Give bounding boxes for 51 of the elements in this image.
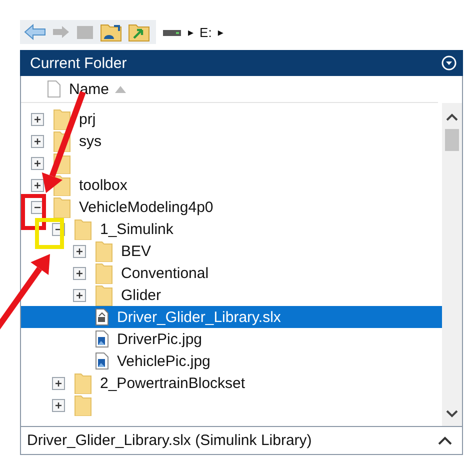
item-name: prj — [79, 110, 96, 128]
path-separator[interactable]: ▸ — [188, 26, 194, 38]
browse-folder-icon[interactable] — [128, 22, 150, 42]
model-file-icon — [95, 308, 109, 326]
expand-icon[interactable] — [73, 288, 86, 302]
expand-icon[interactable] — [31, 156, 44, 170]
scroll-thumb[interactable] — [445, 129, 459, 151]
path-segment[interactable]: E: — [200, 24, 212, 40]
expand-icon[interactable] — [52, 376, 65, 390]
item-name: toolbox — [79, 176, 128, 194]
expand-icon[interactable] — [73, 266, 86, 280]
drive-icon[interactable] — [162, 27, 182, 37]
file-row[interactable]: Driver_Glider_Library.slx — [21, 306, 442, 328]
item-name: 2_PowertrainBlockset — [100, 374, 246, 392]
item-name: Driver_Glider_Library.slx — [117, 308, 281, 326]
file-type-icon — [47, 80, 61, 98]
scroll-up-icon[interactable] — [446, 113, 458, 121]
expand-icon[interactable] — [31, 112, 44, 126]
item-name: BEV — [121, 242, 152, 260]
image-file-icon — [95, 330, 109, 348]
folder-row[interactable]: Glider — [21, 284, 442, 306]
column-header[interactable]: Name — [69, 80, 126, 98]
folder-row[interactable]: prj — [21, 108, 442, 130]
expand-icon[interactable] — [73, 244, 86, 258]
expand-icon[interactable] — [31, 178, 44, 192]
panel-title: Current Folder — [30, 54, 127, 72]
folder-row[interactable]: VehicleModeling4p0 — [21, 196, 442, 218]
folder-row[interactable]: Conventional — [21, 262, 442, 284]
item-name: DriverPic.jpg — [117, 330, 202, 348]
item-name: Glider — [121, 286, 162, 304]
path-separator[interactable]: ▸ — [218, 26, 224, 38]
file-row[interactable]: DriverPic.jpg — [21, 328, 442, 350]
back-icon[interactable] — [24, 24, 46, 40]
expand-icon[interactable] — [31, 134, 44, 148]
panel-menu-icon[interactable] — [441, 55, 457, 71]
item-name: VehiclePic.jpg — [117, 352, 210, 370]
item-name: 1_Simulink — [100, 220, 174, 238]
item-name: VehicleModeling4p0 — [79, 198, 214, 216]
folder-row[interactable]: 2_PowertrainBlockset — [21, 372, 442, 394]
folder-row[interactable]: BEV — [21, 240, 442, 262]
scrollbar[interactable] — [442, 103, 462, 426]
scroll-down-icon[interactable] — [446, 410, 458, 418]
status-text: Driver_Glider_Library.slx (Simulink Library) — [27, 432, 312, 449]
file-row[interactable]: VehiclePic.jpg — [21, 350, 442, 372]
item-name: sys — [79, 132, 102, 150]
item-name: Conventional — [121, 264, 209, 282]
folder-row[interactable]: sys — [21, 130, 442, 152]
expand-icon[interactable] — [52, 398, 65, 412]
folder-row[interactable]: 1_Simulink — [21, 218, 442, 240]
expand-up-icon[interactable] — [438, 436, 452, 445]
image-file-icon — [95, 352, 109, 370]
